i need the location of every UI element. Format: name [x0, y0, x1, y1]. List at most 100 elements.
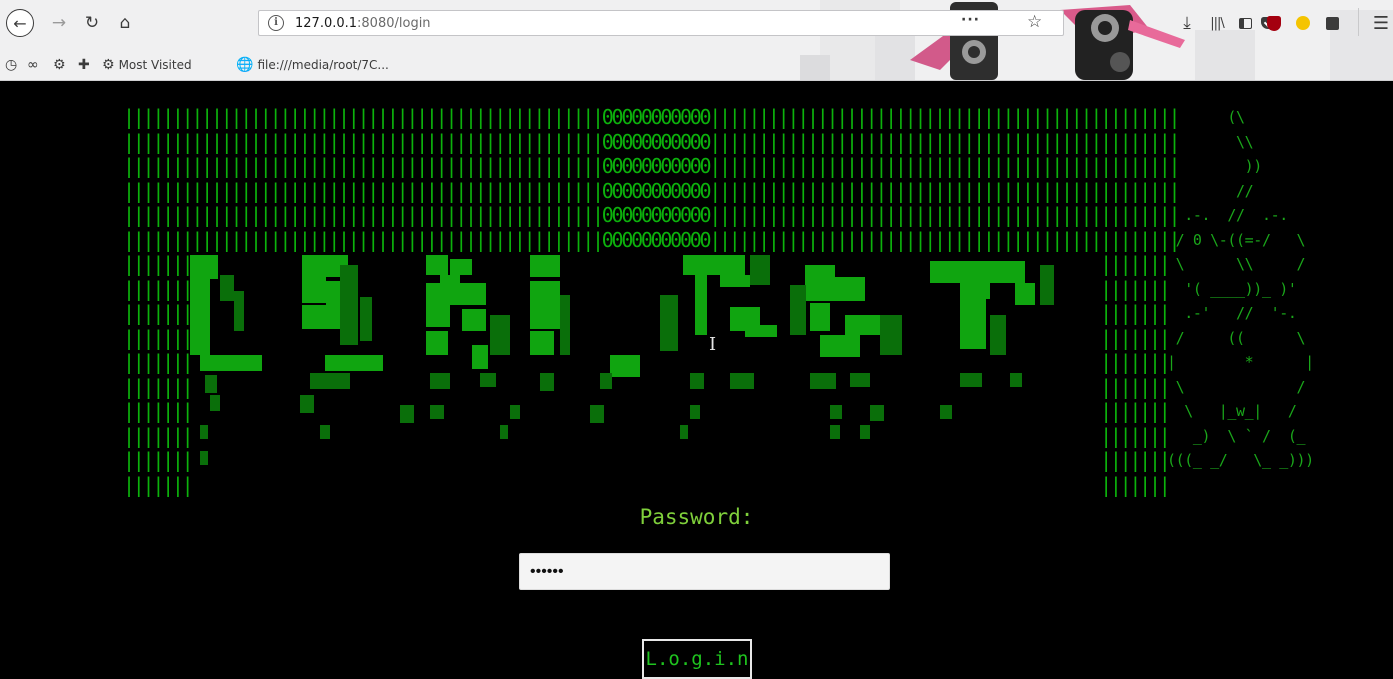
logo-shade-block	[880, 315, 902, 355]
password-label: Password:	[639, 505, 754, 529]
history-icon[interactable]: ◷	[5, 57, 17, 73]
logo-shade-block	[400, 405, 414, 423]
logo-shade-block	[500, 425, 508, 439]
logo-shade-block	[210, 395, 220, 411]
logo-shade-block	[200, 425, 208, 439]
login-page: ||||||||||||||||||||||||||||||||||||||||…	[0, 81, 1393, 679]
logo-block	[440, 275, 460, 283]
back-icon: ←	[13, 13, 27, 33]
logo-shade-block	[430, 405, 444, 419]
logo-shade-block	[680, 425, 688, 439]
logo-block	[190, 279, 210, 305]
logo-shade-block	[690, 373, 704, 389]
password-input[interactable]	[519, 553, 890, 590]
logo-shade-block	[750, 255, 770, 285]
logo-shade-block	[730, 373, 754, 389]
logo-block	[190, 305, 210, 331]
settings-icon[interactable]: ⚙	[53, 57, 66, 73]
logo-shade-block	[205, 375, 217, 393]
mask-icon[interactable]: ∞	[27, 57, 39, 73]
logo-block	[200, 355, 262, 371]
logo-shade-block	[234, 291, 244, 331]
logo-block	[695, 275, 707, 305]
logo-block	[426, 283, 448, 305]
home-icon: ⌂	[119, 13, 131, 33]
logo-block	[302, 277, 326, 303]
logo-shade-block	[360, 297, 372, 341]
url-text[interactable]: 127.0.0.1:8080/login	[295, 16, 431, 31]
logo-shade-block	[510, 405, 520, 419]
menu-icon[interactable]: ☰	[1370, 11, 1392, 35]
logo-block	[683, 255, 745, 275]
logo-block	[960, 299, 986, 325]
logo-block	[190, 255, 218, 279]
logo-shade-block	[870, 405, 884, 421]
home-button[interactable]: ⌂	[113, 11, 137, 35]
logo-block	[530, 331, 554, 355]
logo-block	[302, 305, 326, 329]
logo-block	[462, 309, 486, 331]
logo-shade-block	[340, 265, 358, 345]
gear-icon: ⚙	[102, 57, 115, 73]
logo-shade-block	[200, 451, 208, 465]
library-icon[interactable]: |||\	[1205, 12, 1229, 34]
browser-chrome: ← → ↻ ⌂ i 127.0.0.1:8080/login ··· ☆ ⤓ |…	[0, 0, 1393, 81]
logo-block	[426, 305, 450, 327]
logo-block	[960, 325, 986, 349]
url-bar[interactable]: i 127.0.0.1:8080/login ··· ☆	[258, 10, 1275, 36]
logo-block	[610, 355, 640, 377]
logo-block	[805, 277, 865, 301]
logo-shade-block	[660, 295, 678, 351]
sidebar-icon[interactable]	[1233, 12, 1257, 34]
ublock-icon[interactable]	[1262, 12, 1286, 34]
logo-block	[745, 325, 777, 337]
logo-block	[530, 305, 560, 329]
logo-shade-block	[860, 425, 870, 439]
logo-shade-block	[490, 315, 510, 355]
globe-icon: 🌐	[236, 57, 254, 73]
bookmark-file[interactable]: 🌐 file:///media/root/7C...	[236, 57, 389, 73]
emoji-icon[interactable]	[1291, 12, 1315, 34]
logo-shade-block	[300, 395, 314, 413]
reload-icon: ↻	[84, 13, 100, 33]
logo-shade-block	[690, 405, 700, 419]
tools-icon[interactable]: ✚	[78, 57, 90, 73]
logo-shade-block	[320, 425, 330, 439]
forward-button[interactable]: →	[48, 11, 70, 35]
bookmark-star-icon[interactable]: ☆	[1027, 12, 1042, 32]
note-icon[interactable]	[1320, 12, 1344, 34]
logo-shade-block	[830, 405, 842, 419]
logo-block	[695, 305, 707, 335]
logo-shade-block	[810, 373, 836, 389]
toolbar-separator	[1358, 8, 1359, 36]
info-icon[interactable]: i	[268, 15, 284, 31]
logo-shade-block	[600, 373, 612, 389]
logo-block	[530, 255, 560, 277]
logo-shade-block	[430, 373, 450, 389]
logo-block	[426, 331, 448, 355]
logo-shade-block	[850, 373, 870, 387]
logo-shade-block	[480, 373, 496, 387]
logo-shade-block	[1010, 373, 1022, 387]
logo-block	[472, 345, 488, 369]
logo-shade-block	[220, 275, 234, 301]
back-button[interactable]: ←	[6, 9, 34, 37]
logo-shade-block	[1040, 265, 1054, 305]
logo-shade-block	[960, 373, 982, 387]
logo-block	[325, 355, 383, 371]
text-cursor-icon: I	[709, 334, 717, 355]
logo-shade-block	[540, 373, 554, 391]
logo-block	[820, 335, 860, 357]
logo-shade-block	[830, 425, 840, 439]
download-icon[interactable]: ⤓	[1175, 12, 1199, 34]
navigation-toolbar: ← → ↻ ⌂ i 127.0.0.1:8080/login ··· ☆ ⤓ |…	[0, 0, 1393, 46]
logo-block	[845, 315, 885, 335]
reload-button[interactable]: ↻	[80, 11, 104, 35]
bookmark-most-visited[interactable]: ⚙ Most Visited	[102, 57, 192, 73]
logo-block	[810, 303, 830, 331]
logo-block	[448, 283, 486, 305]
login-button[interactable]: L.o.g.i.n	[642, 639, 752, 679]
logo-block	[450, 259, 472, 275]
page-actions-icon[interactable]: ···	[961, 12, 980, 28]
logo-shade-block	[790, 285, 806, 335]
